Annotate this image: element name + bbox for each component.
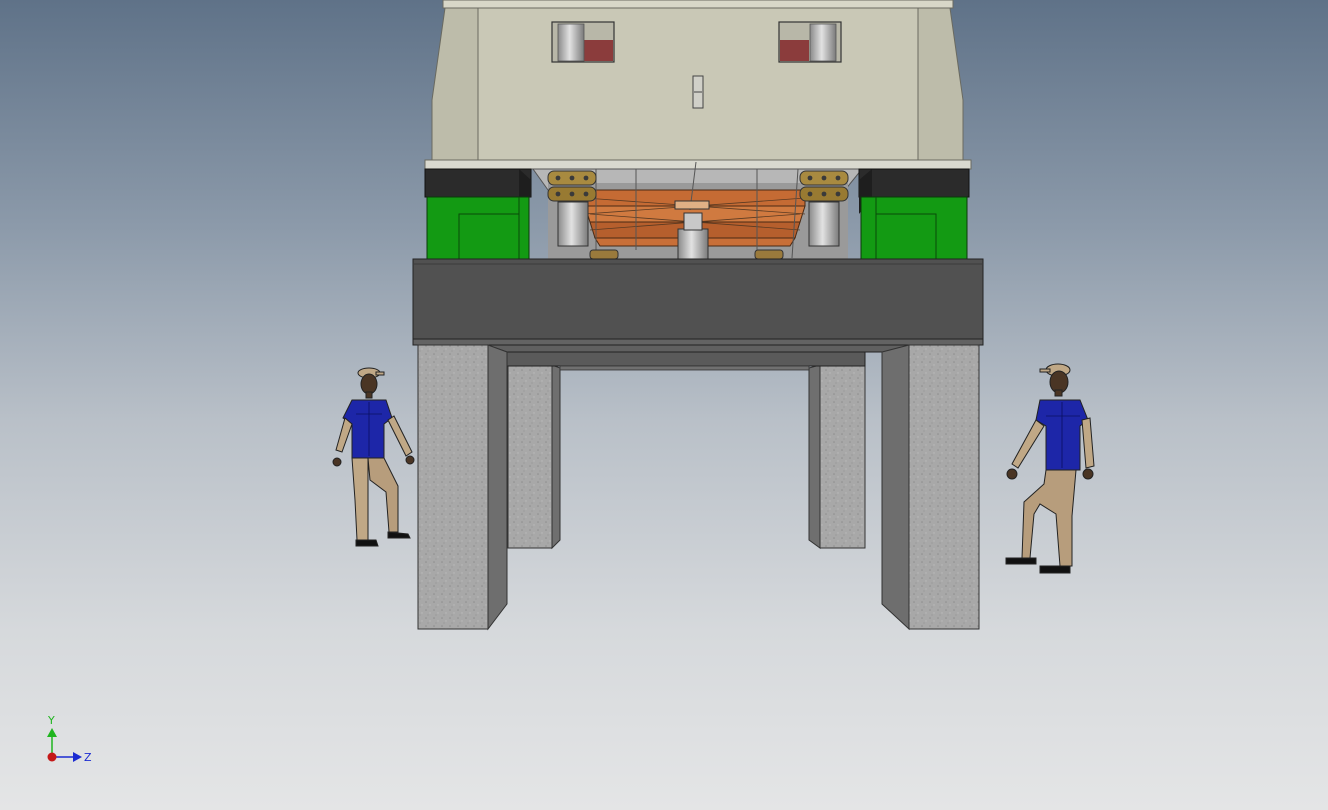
front-pier-right[interactable] (881, 344, 980, 631)
axis-x-dot-icon (47, 752, 57, 762)
3d-model-scene[interactable] (0, 0, 1328, 810)
rear-pier-left[interactable] (507, 351, 561, 550)
green-block-left[interactable] (424, 168, 532, 260)
green-block-right[interactable] (858, 168, 970, 260)
human-figure-left[interactable] (332, 367, 415, 547)
housing-center-pin[interactable] (692, 75, 704, 109)
housing-window-right[interactable] (778, 21, 842, 63)
rear-pier-right[interactable] (808, 364, 866, 549)
triad-z-label: Z (84, 751, 92, 764)
main-cross-beam[interactable] (412, 258, 984, 353)
housing-window-left[interactable] (551, 21, 615, 63)
cad-graphics-viewport[interactable]: Y Z (0, 0, 1328, 810)
triad-y-label: Y (48, 714, 55, 727)
human-figure-right[interactable] (1005, 363, 1095, 574)
front-pier-left[interactable] (417, 344, 508, 631)
